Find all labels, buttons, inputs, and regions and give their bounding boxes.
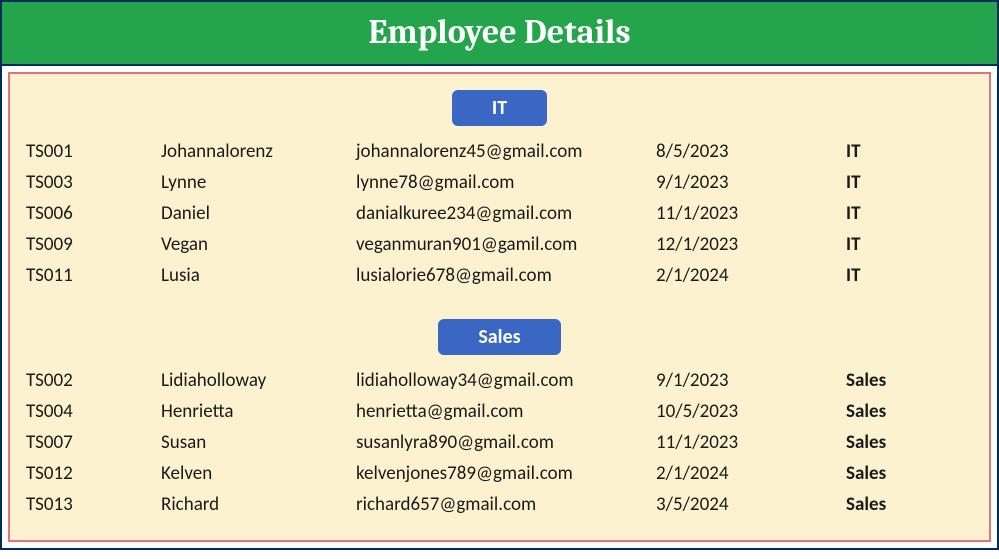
report-body: IT TS001 Johannalorenz johannalorenz45@g… — [8, 72, 991, 542]
cell-email: danialkuree234@gmail.com — [356, 202, 646, 225]
cell-email: kelvenjones789@gmail.com — [356, 462, 646, 485]
cell-name: Richard — [161, 493, 356, 516]
cell-email: lidiaholloway34@gmail.com — [356, 369, 646, 392]
cell-date: 9/1/2023 — [646, 171, 846, 194]
cell-dept: IT — [846, 233, 966, 256]
cell-date: 3/5/2024 — [646, 493, 846, 516]
cell-dept: IT — [846, 140, 966, 163]
cell-dept: IT — [846, 202, 966, 225]
cell-date: 11/1/2023 — [646, 202, 846, 225]
cell-name: Lusia — [161, 264, 356, 287]
table-row: TS011 Lusia lusialorie678@gmail.com 2/1/… — [18, 260, 981, 291]
cell-dept: Sales — [846, 369, 966, 392]
cell-dept: Sales — [846, 400, 966, 423]
table-row: TS004 Henrietta henrietta@gmail.com 10/5… — [18, 396, 981, 427]
table-row: TS002 Lidiaholloway lidiaholloway34@gmai… — [18, 365, 981, 396]
cell-id: TS004 — [26, 400, 161, 423]
cell-id: TS001 — [26, 140, 161, 163]
cell-date: 12/1/2023 — [646, 233, 846, 256]
cell-name: Johannalorenz — [161, 140, 356, 163]
cell-date: 8/5/2023 — [646, 140, 846, 163]
group-header-it: IT — [18, 90, 981, 126]
group-chip: IT — [452, 90, 547, 126]
cell-id: TS006 — [26, 202, 161, 225]
page-title: Employee Details — [2, 2, 997, 66]
cell-dept: IT — [846, 171, 966, 194]
cell-email: lusialorie678@gmail.com — [356, 264, 646, 287]
cell-email: veganmuran901@gamil.com — [356, 233, 646, 256]
cell-name: Kelven — [161, 462, 356, 485]
table-row: TS012 Kelven kelvenjones789@gmail.com 2/… — [18, 458, 981, 489]
cell-id: TS013 — [26, 493, 161, 516]
table-row: TS001 Johannalorenz johannalorenz45@gmai… — [18, 136, 981, 167]
cell-id: TS003 — [26, 171, 161, 194]
cell-email: richard657@gmail.com — [356, 493, 646, 516]
cell-name: Henrietta — [161, 400, 356, 423]
table-row: TS006 Daniel danialkuree234@gmail.com 11… — [18, 198, 981, 229]
cell-dept: IT — [846, 264, 966, 287]
cell-id: TS012 — [26, 462, 161, 485]
cell-date: 2/1/2024 — [646, 462, 846, 485]
cell-email: henrietta@gmail.com — [356, 400, 646, 423]
group-rows-sales: TS002 Lidiaholloway lidiaholloway34@gmai… — [18, 365, 981, 520]
cell-id: TS009 — [26, 233, 161, 256]
cell-dept: Sales — [846, 462, 966, 485]
cell-id: TS002 — [26, 369, 161, 392]
cell-id: TS011 — [26, 264, 161, 287]
table-row: TS009 Vegan veganmuran901@gamil.com 12/1… — [18, 229, 981, 260]
group-rows-it: TS001 Johannalorenz johannalorenz45@gmai… — [18, 136, 981, 291]
table-row: TS007 Susan susanlyra890@gmail.com 11/1/… — [18, 427, 981, 458]
cell-name: Vegan — [161, 233, 356, 256]
cell-name: Susan — [161, 431, 356, 454]
report-container: Employee Details IT TS001 Johannalorenz … — [0, 0, 999, 550]
cell-email: lynne78@gmail.com — [356, 171, 646, 194]
table-row: TS003 Lynne lynne78@gmail.com 9/1/2023 I… — [18, 167, 981, 198]
cell-dept: Sales — [846, 431, 966, 454]
cell-date: 2/1/2024 — [646, 264, 846, 287]
cell-dept: Sales — [846, 493, 966, 516]
cell-date: 10/5/2023 — [646, 400, 846, 423]
cell-name: Daniel — [161, 202, 356, 225]
cell-date: 11/1/2023 — [646, 431, 846, 454]
cell-id: TS007 — [26, 431, 161, 454]
cell-date: 9/1/2023 — [646, 369, 846, 392]
cell-email: johannalorenz45@gmail.com — [356, 140, 646, 163]
table-row: TS013 Richard richard657@gmail.com 3/5/2… — [18, 489, 981, 520]
cell-email: susanlyra890@gmail.com — [356, 431, 646, 454]
group-chip: Sales — [438, 319, 560, 355]
group-header-sales: Sales — [18, 319, 981, 355]
cell-name: Lynne — [161, 171, 356, 194]
cell-name: Lidiaholloway — [161, 369, 356, 392]
